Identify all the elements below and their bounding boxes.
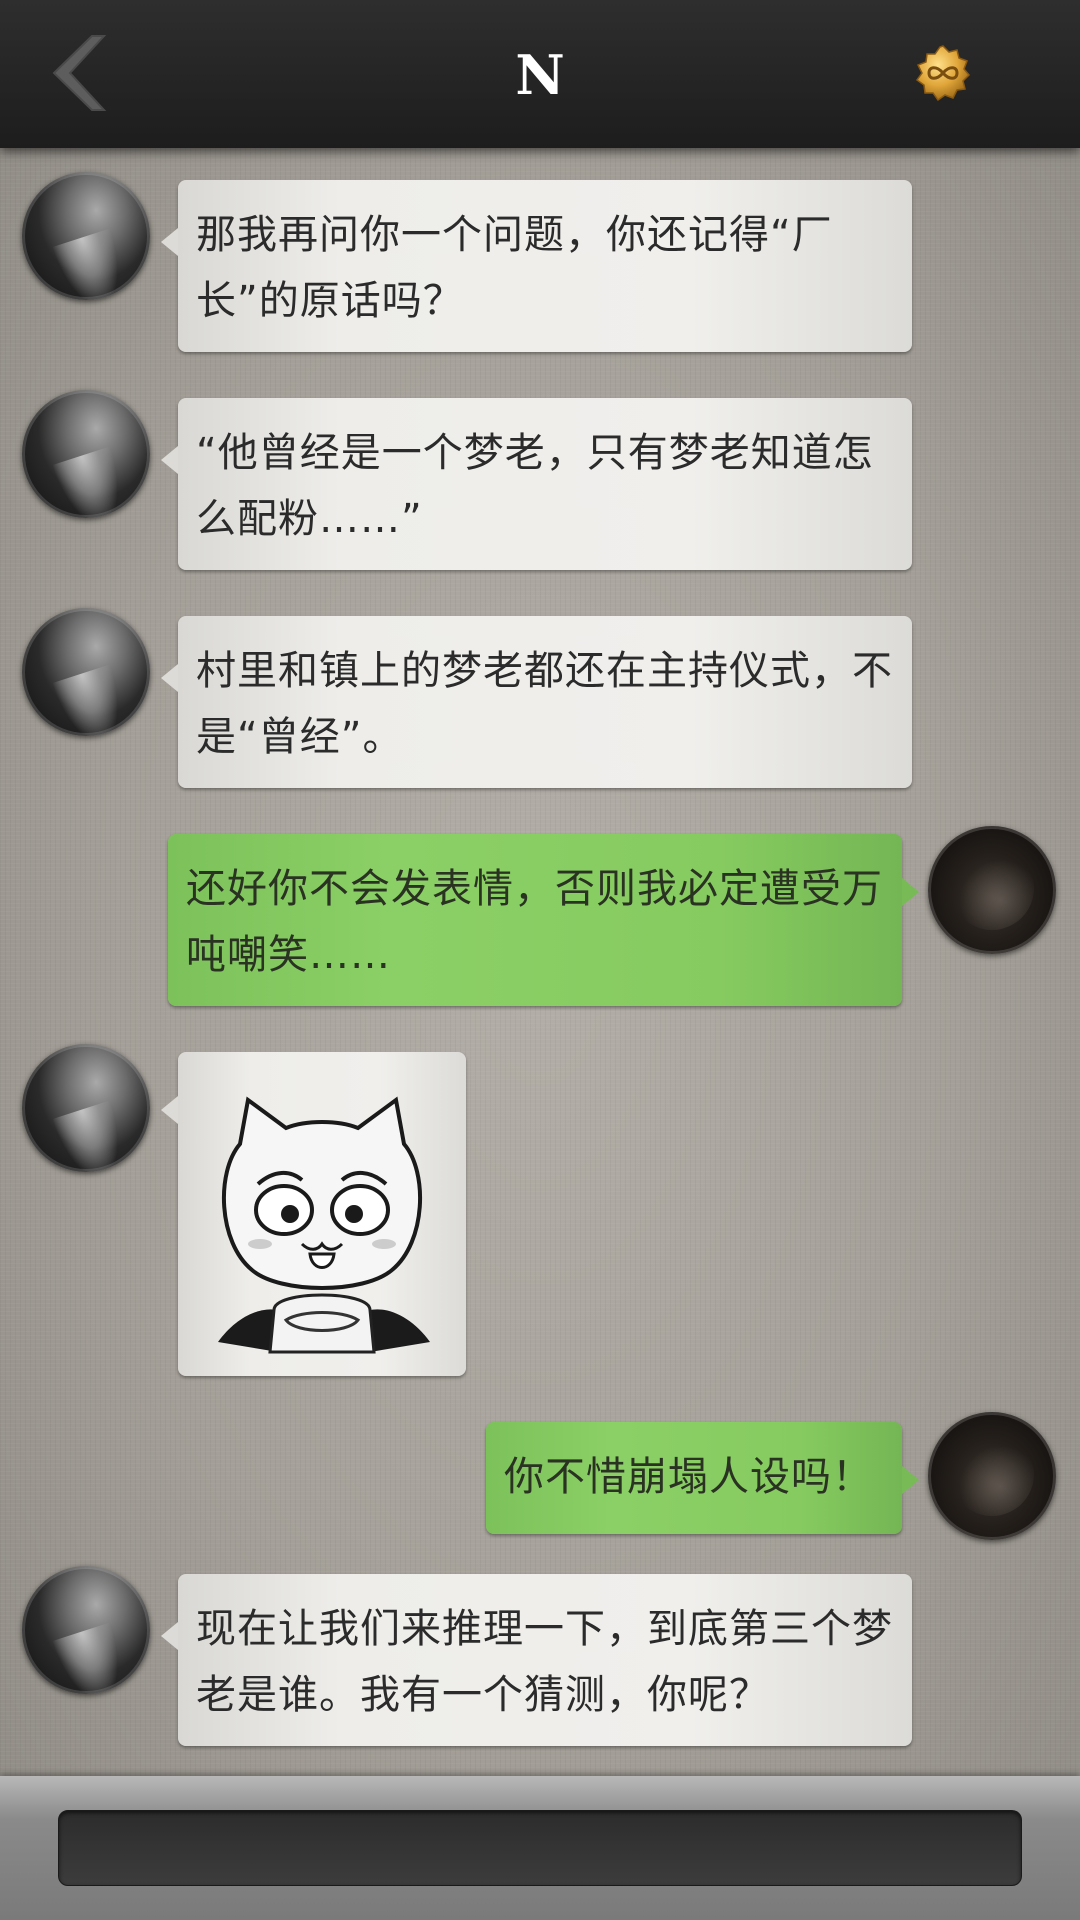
message-bubble: 还好你不会发表情，否则我必定遭受万吨嘲笑…… xyxy=(168,834,919,1006)
top-bar: N xyxy=(0,0,1080,148)
message-bubble: 那我再问你一个问题，你还记得“厂长”的原话吗？ xyxy=(161,180,912,352)
message-bubble: 现在让我们来推理一下，到底第三个梦老是谁。我有一个猜测，你呢？ xyxy=(161,1574,912,1746)
badge-button[interactable] xyxy=(914,44,972,102)
avatar-n[interactable] xyxy=(22,608,150,736)
avatar-n[interactable] xyxy=(22,1044,150,1172)
input-bar xyxy=(0,1776,1080,1920)
message-input[interactable] xyxy=(58,1810,1022,1886)
cat-devil-sticker[interactable] xyxy=(178,1052,466,1376)
avatar-me[interactable] xyxy=(928,826,1056,954)
avatar-n[interactable] xyxy=(22,390,150,518)
message-bubble: 你不惜崩塌人设吗！ xyxy=(486,1422,919,1534)
message-bubble: 村里和镇上的梦老都还在主持仪式，不是“曾经”。 xyxy=(161,616,912,788)
avatar-n[interactable] xyxy=(22,1566,150,1694)
avatar-me[interactable] xyxy=(928,1412,1056,1540)
infinity-badge-icon xyxy=(915,45,971,102)
avatar-n[interactable] xyxy=(22,172,150,300)
sticker-bubble xyxy=(161,1052,466,1376)
message-bubble: “他曾经是一个梦老，只有梦老知道怎么配粉……” xyxy=(161,398,912,570)
